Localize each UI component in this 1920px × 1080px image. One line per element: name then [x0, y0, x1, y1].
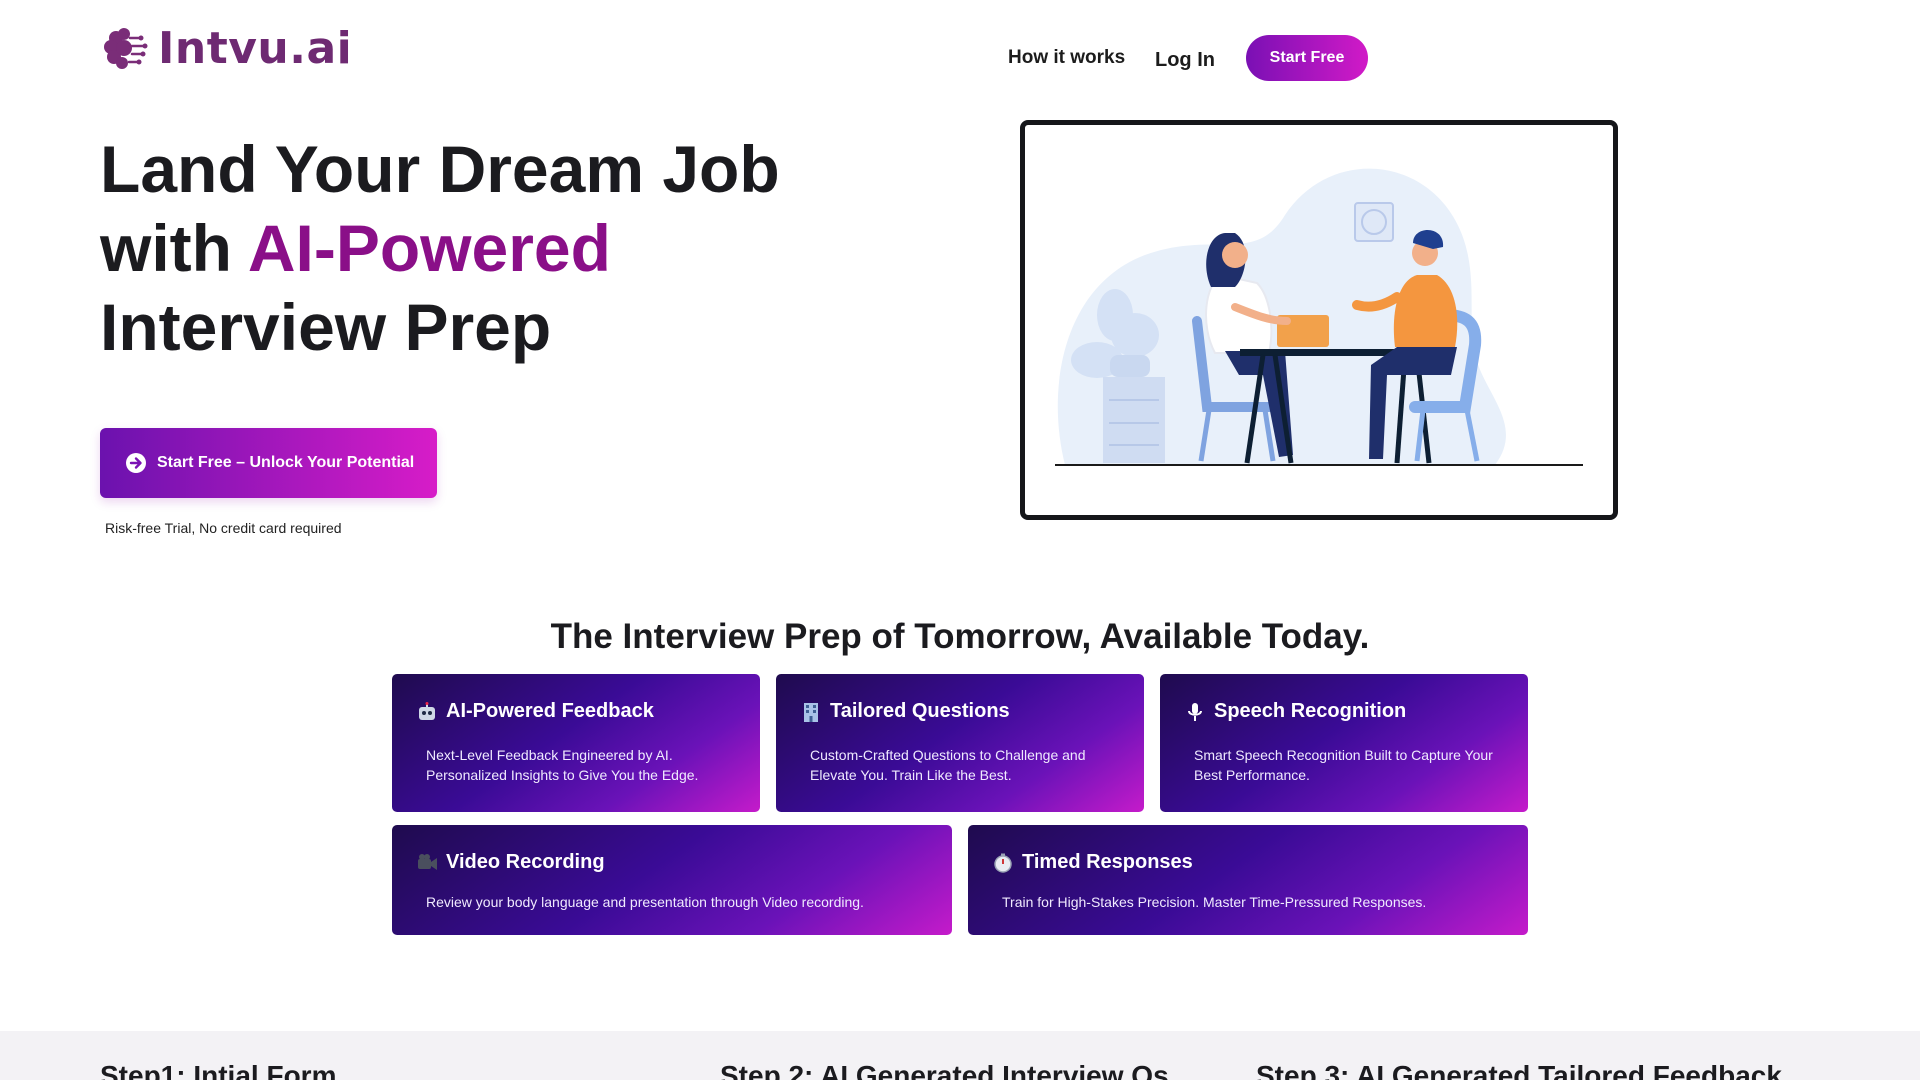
feature-card-tailored-questions: Tailored Questions Custom-Crafted Questi…	[776, 674, 1144, 812]
step-1-heading: Step1: Intial Form	[100, 1060, 337, 1080]
interview-illustration	[1020, 120, 1618, 520]
hero-title-prefix: with	[100, 211, 248, 285]
feature-title-text: Speech Recognition	[1214, 700, 1407, 722]
office-building-icon	[804, 702, 818, 722]
feature-desc: Next-Level Feedback Engineered by AI. Pe…	[426, 747, 699, 783]
feature-card-video-recording: Video Recording Review your body languag…	[392, 825, 952, 935]
stopwatch-icon	[994, 853, 1012, 873]
feature-title-text: Video Recording	[446, 851, 605, 873]
step-2-heading: Step 2: AI Generated Interview Qs	[720, 1060, 1169, 1080]
hero-start-free-button[interactable]: Start Free – Unlock Your Potential	[100, 428, 437, 498]
steps-section: Step1: Intial Form Step 2: AI Generated …	[0, 1031, 1920, 1080]
nav-login-link[interactable]: Log In	[1155, 49, 1215, 72]
robot-icon	[419, 701, 435, 720]
nav-start-free-button[interactable]: Start Free	[1246, 35, 1368, 81]
microphone-icon	[1188, 702, 1202, 721]
arrow-right-circle-icon	[126, 453, 146, 473]
feature-card-title: Tailored Questions	[800, 700, 1120, 723]
feature-card-title: Speech Recognition	[1184, 700, 1504, 723]
hero-cta-label: Start Free – Unlock Your Potential	[157, 454, 415, 471]
feature-card-speech-recognition: Speech Recognition Smart Speech Recognit…	[1160, 674, 1528, 812]
feature-card-title: Timed Responses	[992, 851, 1504, 874]
features-title: The Interview Prep of Tomorrow, Availabl…	[550, 617, 1370, 656]
step-3-heading: Step 3: AI Generated Tailored Feedback	[1256, 1060, 1782, 1080]
feature-title-text: Tailored Questions	[830, 700, 1010, 722]
feature-title-text: AI-Powered Feedback	[446, 700, 654, 722]
feature-title-text: Timed Responses	[1022, 851, 1193, 873]
top-nav: How it works Log In Start Free	[0, 34, 1920, 82]
hero-title: Land Your Dream Job with AI-Powered Inte…	[100, 130, 860, 367]
feature-card-timed-responses: Timed Responses Train for High-Stakes Pr…	[968, 825, 1528, 935]
feature-desc: Train for High-Stakes Precision. Master …	[1002, 894, 1427, 910]
feature-desc: Smart Speech Recognition Built to Captur…	[1194, 747, 1493, 783]
nav-how-it-works-link[interactable]: How it works	[1008, 47, 1125, 69]
hero-trial-note: Risk-free Trial, No credit card required	[105, 520, 342, 536]
hero-title-line1: Land Your Dream Job	[100, 132, 780, 206]
interview-scene-image	[1055, 168, 1583, 466]
hero-title-line3: Interview Prep	[100, 290, 552, 364]
feature-card-ai-feedback: AI-Powered Feedback Next-Level Feedback …	[392, 674, 760, 812]
feature-card-title: Video Recording	[416, 851, 928, 874]
feature-desc: Custom-Crafted Questions to Challenge an…	[810, 747, 1086, 783]
feature-card-title: AI-Powered Feedback	[416, 700, 736, 723]
video-camera-icon	[418, 853, 437, 870]
feature-desc: Review your body language and presentati…	[426, 894, 864, 910]
hero-title-highlight: AI-Powered	[247, 211, 611, 285]
